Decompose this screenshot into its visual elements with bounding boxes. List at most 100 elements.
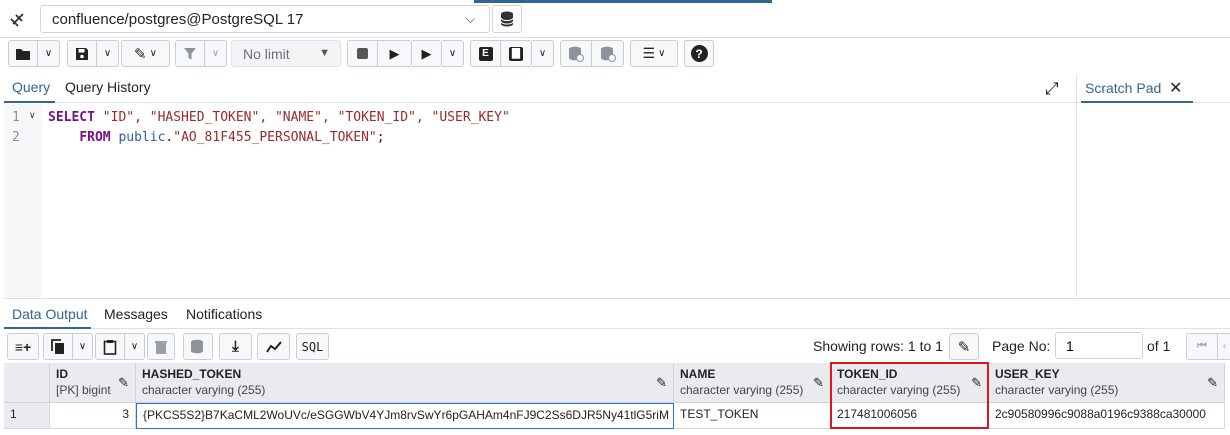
column-type: character varying (255)	[837, 383, 961, 397]
pencil-icon[interactable]: ✎	[118, 375, 129, 391]
column-header-hashed-token[interactable]: HASHED_TOKEN character varying (255) ✎	[136, 363, 674, 403]
chevron-down-icon: ∨	[78, 341, 87, 352]
folder-icon	[16, 48, 30, 60]
page-number-input[interactable]	[1055, 332, 1143, 359]
filter-dropdown[interactable]: ∨	[205, 40, 227, 67]
clipboard-icon	[103, 339, 117, 355]
macros-button[interactable]: ☰ ∨	[630, 40, 678, 67]
explain-e-icon: E	[478, 46, 493, 61]
copy-button[interactable]	[43, 333, 73, 360]
row-number[interactable]: 1	[4, 403, 50, 429]
stop-button[interactable]	[347, 40, 378, 67]
paste-options-dropdown[interactable]: ∨	[125, 333, 145, 360]
database-undo-icon	[600, 46, 616, 62]
graph-visualiser-button[interactable]	[257, 333, 290, 360]
chevron-down-icon: ∨	[103, 48, 112, 59]
line-number: 1	[12, 110, 20, 125]
explain-button[interactable]: ▶	[412, 40, 442, 67]
chevron-down-icon: ∨	[538, 48, 547, 59]
explain-analyze-button[interactable]: E	[470, 40, 501, 67]
pencil-icon[interactable]: ✎	[971, 375, 982, 391]
column-type: character varying (255)	[142, 383, 266, 397]
previous-page-button[interactable]: ‹	[1218, 333, 1230, 360]
chevron-down-icon: ∨	[658, 48, 666, 59]
edit-button[interactable]: ✎ ∨	[121, 40, 170, 67]
column-header-name[interactable]: NAME character varying (255) ✎	[674, 363, 831, 403]
output-tabs: Data Output Messages Notifications	[4, 298, 1230, 329]
help-button[interactable]: ?	[684, 40, 714, 67]
code-line-1: SELECT "ID", "HASHED_TOKEN", "NAME", "TO…	[48, 110, 510, 125]
sql-keyword: FROM	[79, 130, 111, 145]
commit-button[interactable]	[560, 40, 592, 67]
tab-notifications[interactable]: Notifications	[186, 306, 262, 322]
connection-select[interactable]: confluence/postgres@PostgreSQL 17 ⌵	[40, 5, 490, 33]
open-file-dropdown[interactable]: ∨	[38, 40, 60, 67]
trash-icon	[155, 340, 167, 354]
active-tab-indicator	[474, 0, 772, 3]
column-header-token-id[interactable]: TOKEN_ID character varying (255) ✎	[831, 363, 989, 403]
first-page-icon: ⏮	[1197, 340, 1207, 352]
scratch-pad-tab[interactable]: Scratch Pad	[1085, 80, 1161, 96]
explain-chart-button[interactable]: ▇	[501, 40, 532, 67]
pencil-icon[interactable]: ✎	[656, 375, 667, 391]
sql-columns: "ID", "HASHED_TOKEN", "NAME", "TOKEN_ID"…	[94, 110, 510, 125]
bar-chart-icon: ▇	[509, 46, 523, 61]
save-data-button[interactable]	[183, 333, 213, 360]
pencil-icon[interactable]: ✎	[813, 375, 824, 391]
connection-status-icon[interactable]	[6, 5, 30, 33]
save-file-dropdown[interactable]: ∨	[97, 40, 119, 67]
download-button[interactable]: ⤓	[219, 333, 252, 360]
sql-button[interactable]: SQL	[296, 333, 329, 360]
column-header-id[interactable]: ID [PK] bigint ✎	[50, 363, 136, 403]
execute-options-dropdown[interactable]: ∨	[442, 40, 464, 67]
database-icon	[500, 11, 514, 27]
rollback-button[interactable]	[592, 40, 624, 67]
fold-chevron-icon[interactable]: ∨	[29, 110, 36, 121]
open-file-button[interactable]	[8, 40, 38, 67]
first-page-button[interactable]: ⏮	[1186, 333, 1218, 360]
sql-schema: public	[110, 130, 166, 145]
grid-corner[interactable]	[4, 363, 50, 403]
data-grid: ID [PK] bigint ✎ HASHED_TOKEN character …	[4, 363, 1230, 430]
sql-table: "AO_81F455_PERSONAL_TOKEN"	[173, 130, 377, 145]
tab-query-history[interactable]: Query History	[65, 79, 151, 95]
pencil-icon[interactable]: ✎	[1207, 375, 1218, 391]
copy-options-dropdown[interactable]: ∨	[73, 333, 93, 360]
code-line-2: FROM public."AO_81F455_PERSONAL_TOKEN";	[48, 130, 384, 145]
delete-row-button[interactable]	[147, 333, 175, 360]
tab-query[interactable]: Query	[12, 79, 50, 95]
column-header-user-key[interactable]: USER_KEY character varying (255) ✎	[989, 363, 1225, 403]
paste-button[interactable]	[95, 333, 125, 360]
cell-name[interactable]: TEST_TOKEN	[674, 403, 831, 429]
column-name: NAME	[680, 367, 716, 381]
cell-id[interactable]: 3	[50, 403, 136, 429]
sql-editor[interactable]: 1 ∨ 2 SELECT "ID", "HASHED_TOKEN", "NAME…	[4, 104, 1076, 297]
cell-user-key[interactable]: 2c90580996c9088a0196c9388ca30000	[989, 403, 1225, 429]
edit-rows-button[interactable]: ✎	[949, 333, 979, 360]
column-name: USER_KEY	[995, 367, 1060, 381]
row-limit-select[interactable]: No limit ▼	[231, 40, 341, 67]
explain-options-dropdown[interactable]: ∨	[532, 40, 554, 67]
new-connection-button[interactable]	[492, 5, 522, 33]
expand-icon[interactable]: ⤢	[1045, 79, 1059, 99]
column-name: HASHED_TOKEN	[142, 367, 242, 381]
tab-messages[interactable]: Messages	[104, 306, 168, 322]
chevron-down-icon: ⌵	[465, 12, 475, 26]
close-icon[interactable]: ✕	[1169, 78, 1182, 98]
tab-data-output[interactable]: Data Output	[12, 306, 88, 322]
filter-button[interactable]	[175, 40, 205, 67]
page-count: of 1	[1147, 338, 1171, 354]
execute-button[interactable]: ▶	[378, 40, 412, 67]
list-icon: ☰	[642, 45, 656, 61]
query-toolbar: ∨ ∨ ✎ ∨ ∨ No limit ▼ ▶ ▶ ∨ E ▇ ∨ ☰ ∨ ?	[0, 38, 1230, 72]
cell-token-id[interactable]: 217481006056	[831, 403, 989, 429]
chevron-down-icon: ∨	[44, 48, 53, 59]
copy-icon	[51, 338, 64, 354]
save-file-button[interactable]	[67, 40, 97, 67]
column-type: character varying (255)	[995, 383, 1119, 397]
line-number-gutter: 1 ∨ 2	[4, 104, 42, 297]
tab-query-underline	[4, 101, 55, 103]
cell-hashed-token[interactable]: {PKCS5S2}B7KaCML2WoUVc/eSGGWbV4YJm8rvSwY…	[136, 403, 674, 429]
add-row-button[interactable]: ≡+	[7, 333, 39, 360]
